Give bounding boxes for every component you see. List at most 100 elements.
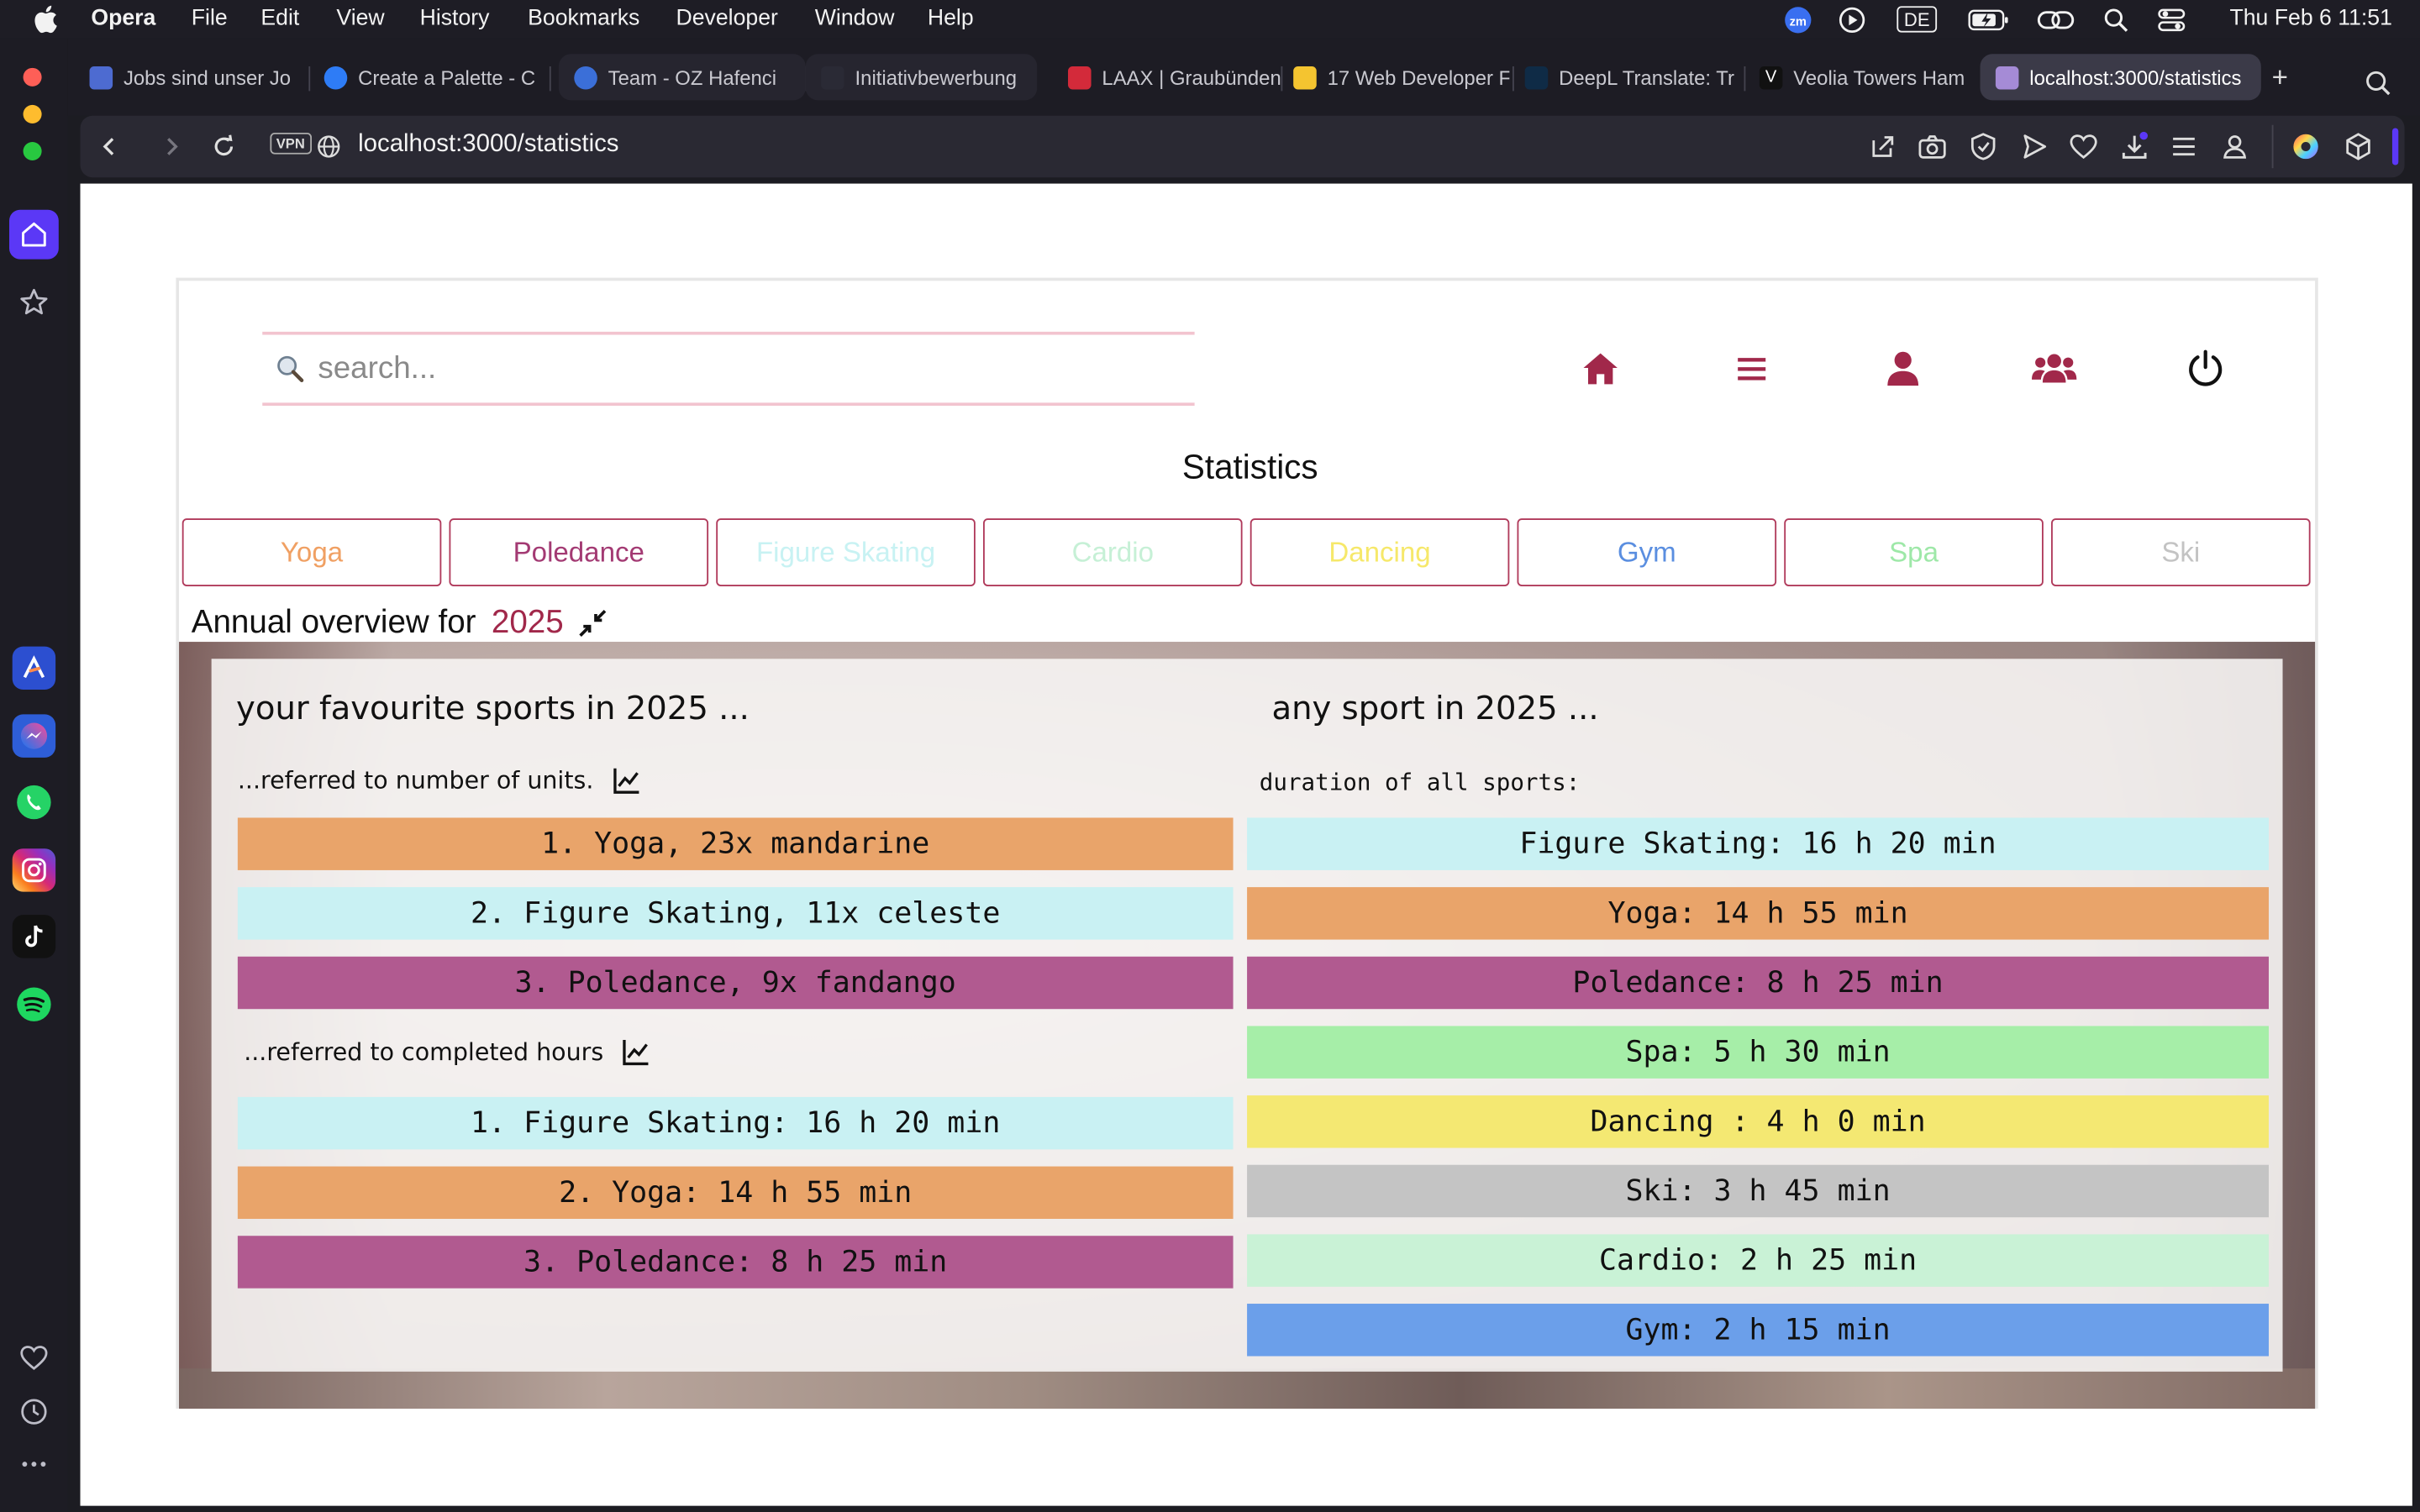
tab-label: LAAX | Graubünden [1102, 66, 1281, 89]
year-selector[interactable]: 2025 [492, 605, 564, 642]
sport-tab-figure-skating[interactable]: Figure Skating [716, 518, 976, 586]
whatsapp-icon[interactable] [13, 780, 55, 823]
tab-favicon [1068, 66, 1092, 89]
power-logout-icon[interactable] [2182, 345, 2228, 391]
spotify-icon[interactable] [13, 983, 55, 1026]
tab-localhost-statistics[interactable]: localhost:3000/statistics [1980, 54, 2261, 101]
play-circle-icon[interactable] [1837, 5, 1868, 34]
menu-bookmarks[interactable]: Bookmarks [528, 6, 639, 30]
sport-tab-ski[interactable]: Ski [2051, 518, 2311, 586]
profile-icon[interactable] [2219, 131, 2250, 162]
downloads-icon[interactable] [2119, 131, 2150, 162]
zoom-icon[interactable]: zm [1784, 5, 1812, 34]
annual-overview-label: Annual overview for [191, 605, 476, 641]
pinboard-star-icon[interactable] [13, 281, 55, 323]
tab-jobs[interactable]: Jobs sind unser Jo [74, 54, 306, 100]
units-rank-1-bar: 1. Yoga, 23x mandarine [237, 817, 1234, 870]
link-icon[interactable] [2037, 5, 2075, 34]
heart-icon[interactable] [13, 1336, 55, 1379]
vpn-badge[interactable]: VPN [270, 132, 312, 155]
tab-web-developer[interactable]: 17 Web Developer F [1278, 54, 1510, 100]
forward-button[interactable] [155, 129, 188, 163]
tab-favicon [1293, 66, 1317, 89]
home-icon[interactable] [9, 209, 59, 260]
shield-check-icon[interactable] [1968, 131, 1999, 162]
home-icon[interactable] [1577, 345, 1623, 391]
duration-bar-yoga: Yoga: 14 h 55 min [1247, 887, 2269, 940]
sidebar-toggle-indicator[interactable] [2391, 128, 2399, 165]
spotlight-search-icon[interactable] [2102, 5, 2130, 34]
menu-help[interactable]: Help [928, 6, 974, 30]
extensions-cube-icon[interactable] [2343, 131, 2374, 162]
menu-developer[interactable]: Developer [676, 6, 777, 30]
tiktok-icon[interactable] [12, 915, 56, 958]
compress-arrows-icon[interactable] [579, 610, 607, 638]
line-chart-icon[interactable] [622, 1038, 650, 1066]
close-window-button[interactable] [23, 67, 42, 87]
messenger-icon[interactable] [12, 714, 56, 758]
share-icon[interactable] [1867, 131, 1898, 162]
any-sport-title: any sport in 2025 ... [1271, 690, 1599, 727]
menu-app-name[interactable]: Opera [91, 6, 155, 30]
duration-text: Spa: 5 h 30 min [1625, 1035, 1891, 1069]
units-label: ...referred to number of units. [237, 766, 594, 795]
menu-edit[interactable]: Edit [260, 6, 299, 30]
hours-rank-1-bar: 1. Figure Skating: 16 h 20 min [237, 1096, 1234, 1150]
tab-laax[interactable]: LAAX | Graubünden [1053, 54, 1285, 100]
sport-tab-cardio[interactable]: Cardio [983, 518, 1243, 586]
duration-bar-spa: Spa: 5 h 30 min [1247, 1026, 2269, 1079]
control-center-icon[interactable] [2156, 5, 2187, 34]
tab-search-icon[interactable] [2365, 70, 2392, 97]
bookmark-heart-icon[interactable] [2068, 131, 2099, 162]
sport-tab-yoga[interactable]: Yoga [182, 518, 442, 586]
color-wheel-icon[interactable] [2291, 131, 2322, 162]
page-title: Statistics [1181, 447, 1318, 486]
tab-initiativbewerbung[interactable]: Initiativbewerbung [805, 54, 1038, 101]
hours-rank-2-text: 2. Yoga: 14 h 55 min [559, 1175, 913, 1210]
more-options-icon[interactable] [13, 1442, 55, 1485]
reload-button[interactable] [207, 129, 240, 163]
minimize-window-button[interactable] [23, 104, 42, 123]
menu-file[interactable]: File [192, 6, 228, 30]
aria-ai-icon[interactable] [12, 646, 56, 690]
new-tab-button[interactable]: + [2272, 61, 2288, 94]
sport-tab-gym[interactable]: Gym [1517, 518, 1777, 586]
tab-label: Team - OZ Hafenci [608, 66, 777, 89]
sport-tab-spa[interactable]: Spa [1784, 518, 2044, 586]
user-icon[interactable] [1880, 345, 1926, 391]
tab-create-palette[interactable]: Create a Palette - C [308, 54, 540, 100]
overview-card: your favourite sports in 2025 ... ...ref… [211, 659, 2283, 1372]
search-input[interactable] [318, 350, 1152, 387]
overview-background: your favourite sports in 2025 ... ...ref… [179, 642, 2316, 1409]
menu-icon[interactable] [1728, 345, 1775, 391]
globe-icon[interactable] [317, 134, 341, 159]
top-navigation [1568, 345, 2232, 391]
battery-icon[interactable] [1968, 5, 2011, 34]
tab-label: 17 Web Developer F [1327, 66, 1510, 89]
tab-deepl[interactable]: DeepL Translate: Tr [1509, 54, 1738, 100]
sport-tab-dancing[interactable]: Dancing [1249, 518, 1510, 586]
instagram-icon[interactable] [12, 848, 56, 892]
history-clock-icon[interactable] [13, 1390, 55, 1433]
duration-text: Cardio: 2 h 25 min [1598, 1243, 1918, 1278]
url-field[interactable]: localhost:3000/statistics [358, 131, 618, 159]
hours-rank-1-text: 1. Figure Skating: 16 h 20 min [471, 1105, 1001, 1141]
sport-tab-poledance[interactable]: Poledance [449, 518, 709, 586]
tab-veolia[interactable]: V Veolia Towers Ham [1744, 54, 1973, 100]
apple-icon[interactable] [31, 5, 59, 34]
back-button[interactable] [92, 129, 126, 163]
menubar-clock[interactable]: Thu Feb 6 11:51 [2229, 6, 2391, 30]
menu-history[interactable]: History [420, 6, 490, 30]
send-icon[interactable] [2018, 131, 2049, 162]
keyboard-layout-indicator[interactable]: DE [1897, 6, 1938, 33]
users-group-icon[interactable] [2031, 345, 2077, 391]
duration-text: Poledance: 8 h 25 min [1572, 965, 1944, 1000]
easy-setup-icon[interactable] [2169, 131, 2200, 162]
camera-icon[interactable] [1917, 131, 1948, 162]
line-chart-icon[interactable] [612, 767, 639, 795]
duration-text: Yoga: 14 h 55 min [1607, 896, 1908, 931]
menu-view[interactable]: View [336, 6, 384, 30]
menu-window[interactable]: Window [815, 6, 895, 30]
maximize-window-button[interactable] [23, 141, 42, 161]
tab-team-oz[interactable]: Team - OZ Hafenci [558, 54, 806, 101]
